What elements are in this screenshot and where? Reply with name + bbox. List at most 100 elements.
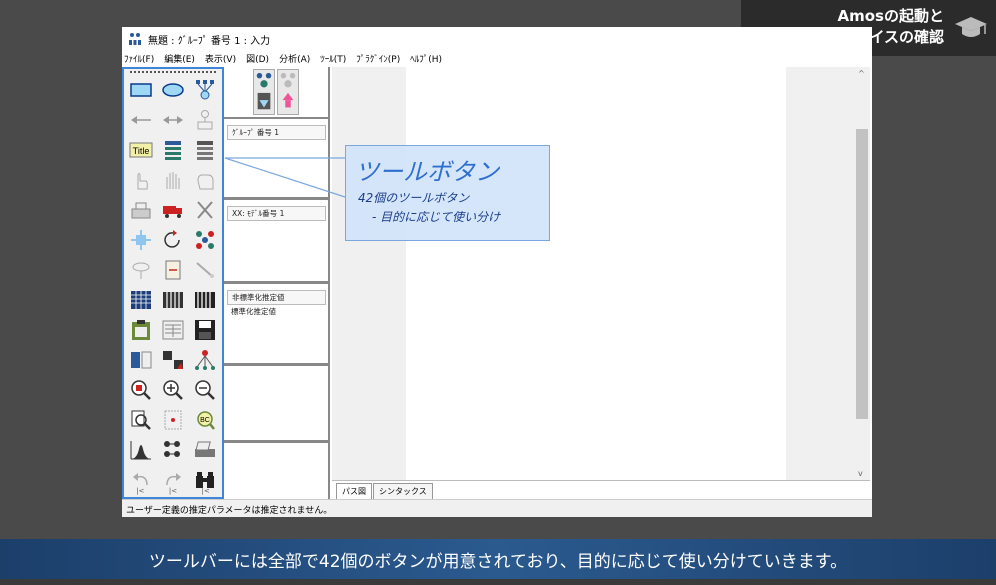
output-diagram-icon <box>280 72 296 108</box>
deselect-all-button[interactable] <box>192 169 218 191</box>
tab-syntax[interactable]: シンタックス <box>373 483 433 499</box>
draw-path-button[interactable] <box>128 109 154 131</box>
scroll-down-icon[interactable]: v <box>858 469 863 478</box>
view-tabs: パス図 シンタックス <box>332 480 870 499</box>
select-data-files-button[interactable] <box>128 289 154 311</box>
calculate-estimates-icon <box>195 292 215 308</box>
double-arrow-icon <box>163 116 183 124</box>
view-entire-page-button[interactable] <box>128 409 154 431</box>
reposition-diagram-button[interactable] <box>160 259 186 281</box>
floppy-disk-icon <box>195 320 215 340</box>
bottom-strip <box>0 579 996 585</box>
status-bar: ユーザー定義の推定パラメータは推定されません。 <box>122 499 872 517</box>
loupe-icon: BC <box>197 411 215 430</box>
group-list-item[interactable]: ｸﾞﾙｰﾌﾟ 番号 1 <box>227 125 326 140</box>
copy-diagram-button[interactable] <box>128 319 154 341</box>
diagram-canvas[interactable] <box>406 67 786 480</box>
add-unique-variable-button[interactable] <box>192 109 218 131</box>
list-variables-icon <box>165 141 181 160</box>
save-diagram-button[interactable] <box>192 319 218 341</box>
standardized-estimates-item[interactable]: 標準化推定値 <box>224 305 328 318</box>
zoom-in-button[interactable] <box>160 379 186 401</box>
draw-covariance-button[interactable] <box>160 109 186 131</box>
tool-buttons-callout: ツールボタン 42個のツールボタン - 目的に応じて使い分け <box>345 145 550 241</box>
svg-text:BC: BC <box>200 417 210 424</box>
zoom-selected-area-button[interactable] <box>128 379 154 401</box>
select-one-object-button[interactable] <box>128 169 154 191</box>
loupe-button[interactable]: BC <box>192 409 218 431</box>
multiple-group-icon <box>164 441 180 457</box>
figure-caption-button[interactable]: Title <box>128 139 154 161</box>
menu-bar: ﾌｧｲﾙ(F) 編集(E) 表示(V) 図(D) 分析(A) ﾂｰﾙ(T) ﾌﾟ… <box>122 51 872 65</box>
title-icon: Title <box>129 142 153 158</box>
unique-variable-icon <box>197 110 213 130</box>
amos-window: 無題 : ｸﾞﾙｰﾌﾟ 番号 1 : 入力 ﾌｧｲﾙ(F) 編集(E) 表示(V… <box>122 27 872 517</box>
zoom-out-button[interactable] <box>192 379 218 401</box>
subtitle-text: ツールバーには全部で42個のボタンが用意されており、目的に応じて使い分けていきま… <box>148 551 848 572</box>
draw-latent-indicator-button[interactable] <box>192 79 218 101</box>
list-variables-dataset-button[interactable] <box>192 139 218 161</box>
zoom-page-icon <box>131 410 151 430</box>
fit-page-icon <box>164 410 182 430</box>
slide-title-line1: Amosの起動と <box>837 7 944 25</box>
copy-machine-icon <box>131 202 151 219</box>
list-variables-model-button[interactable] <box>160 139 186 161</box>
menu-diagram[interactable]: 図(D) <box>246 52 269 65</box>
reflect-indicators-button[interactable] <box>192 229 218 251</box>
fit-diagram-to-page-button[interactable] <box>160 409 186 431</box>
draw-unobserved-variable-button[interactable] <box>160 79 186 101</box>
print-diagram-button[interactable] <box>192 439 218 461</box>
menu-edit[interactable]: 編集(E) <box>164 52 195 65</box>
zoom-in-icon <box>163 380 183 400</box>
distribution-icon <box>130 441 151 460</box>
touch-up-variable-button[interactable] <box>192 259 218 281</box>
multiple-group-analysis-button[interactable] <box>160 439 186 461</box>
draw-observed-variable-button[interactable] <box>128 79 154 101</box>
arrow-left-icon <box>131 116 151 124</box>
subtitle-band: ツールバーには全部で42個のボタンが用意されており、目的に応じて使い分けていきま… <box>0 539 996 579</box>
bayesian-estimation-button[interactable] <box>128 439 154 461</box>
scroll-up-icon[interactable]: ^ <box>858 69 865 78</box>
model-list-item[interactable]: XX: ﾓﾃﾞﾙ番号 1 <box>227 206 326 221</box>
toolbox-panel: Title BC |< |< |< <box>122 67 224 499</box>
menu-tools[interactable]: ﾂｰﾙ(T) <box>320 52 346 65</box>
input-diagram-button[interactable] <box>253 69 275 115</box>
input-diagram-icon <box>256 72 272 110</box>
menu-help[interactable]: ﾍﾙﾌﾟ(H) <box>410 52 442 65</box>
hand-one-finger-icon <box>137 173 148 190</box>
analysis-properties-icon <box>163 292 183 308</box>
analysis-properties-button[interactable] <box>160 289 186 311</box>
menu-file[interactable]: ﾌｧｲﾙ(F) <box>124 52 154 65</box>
symmetry-icon <box>195 350 215 370</box>
rotate-indicators-button[interactable] <box>160 229 186 251</box>
resize-shape-icon <box>131 230 151 250</box>
menu-plugins[interactable]: ﾌﾟﾗｸﾞｲﾝ(P) <box>356 52 400 65</box>
object-properties-button[interactable] <box>128 349 154 371</box>
model-info-panel: ｸﾞﾙｰﾌﾟ 番号 1 XX: ﾓﾃﾞﾙ番号 1 非標準化推定値 標準化推定値 <box>224 67 330 499</box>
computation-section <box>224 366 328 443</box>
duplicate-objects-button[interactable] <box>128 199 154 221</box>
move-parameter-values-button[interactable] <box>128 259 154 281</box>
move-parameter-icon <box>132 262 150 279</box>
drag-properties-button[interactable] <box>160 349 186 371</box>
callout-heading: ツールボタン <box>355 158 499 186</box>
select-all-objects-button[interactable] <box>160 169 186 191</box>
move-objects-button[interactable] <box>160 199 186 221</box>
unstandardized-estimates-item[interactable]: 非標準化推定値 <box>227 290 326 305</box>
tab-path-diagram[interactable]: パス図 <box>336 483 372 499</box>
scrollbar-thumb[interactable] <box>856 129 868 419</box>
amos-app-icon <box>129 33 141 45</box>
change-shape-button[interactable] <box>128 229 154 251</box>
preserve-symmetries-button[interactable] <box>192 349 218 371</box>
text-output-icon <box>162 320 184 340</box>
output-diagram-button[interactable] <box>277 69 299 115</box>
view-text-output-button[interactable] <box>160 319 186 341</box>
erase-objects-button[interactable] <box>192 199 218 221</box>
toolbox-footer: |< |< |< <box>136 487 210 495</box>
calculate-estimates-button[interactable] <box>192 289 218 311</box>
vertical-scrollbar[interactable]: ^ v <box>854 67 870 480</box>
zoom-area-icon <box>131 380 151 400</box>
menu-analyze[interactable]: 分析(A) <box>279 52 310 65</box>
menu-view[interactable]: 表示(V) <box>205 52 236 65</box>
list-dataset-icon <box>197 141 213 160</box>
